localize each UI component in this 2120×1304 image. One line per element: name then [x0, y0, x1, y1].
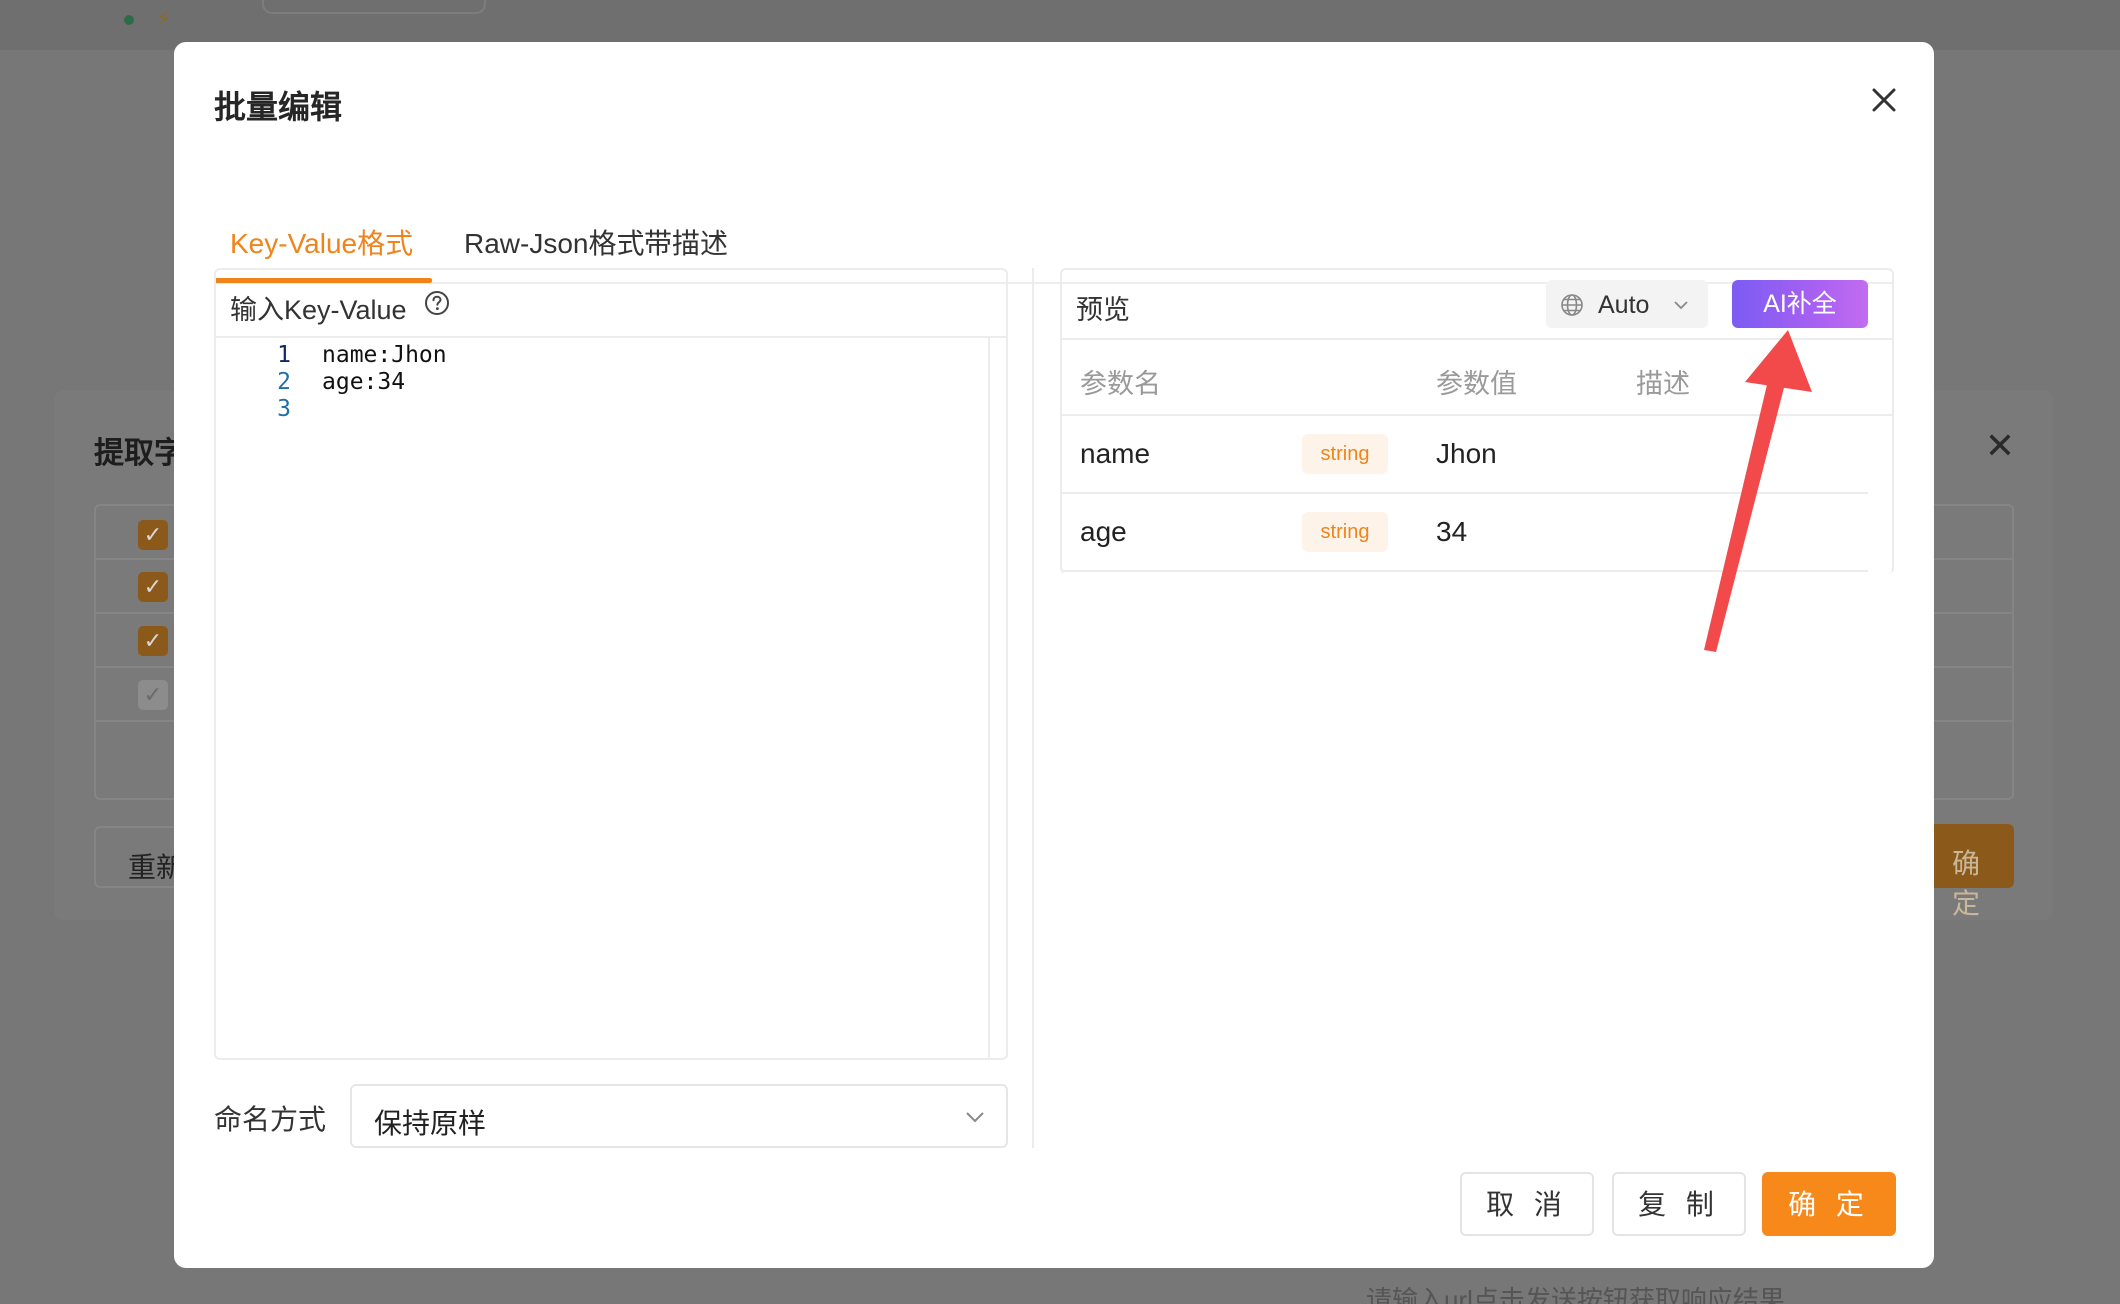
ai-complete-button[interactable]: AI补全: [1732, 280, 1868, 328]
table-row: name string Jhon: [1062, 416, 1868, 494]
checkbox-disabled-icon: ✓: [138, 680, 168, 710]
copy-button[interactable]: 复 制: [1612, 1172, 1746, 1236]
panel-divider: [1032, 268, 1034, 1148]
param-name: age: [1080, 516, 1127, 548]
editor-label: 输入Key-Value: [230, 288, 407, 327]
preview-header: 预览 Auto AI补全: [1062, 270, 1892, 340]
tab-with-description[interactable]: 带描述: [644, 222, 728, 262]
page: ⚡ 提取字 ✕ ✓ ✓ ✓ ✓ 重新 确 定 请输入url点击发送按钮获取响应结…: [0, 0, 2120, 1304]
param-name: name: [1080, 438, 1150, 470]
tab-key-value[interactable]: Key-Value格式: [230, 222, 413, 262]
code-editor[interactable]: 1 name:Jhon 2 age:34 3: [216, 338, 990, 1060]
tab-raw-json[interactable]: Raw-Json格式: [464, 222, 644, 262]
naming-select[interactable]: 保持原样: [350, 1084, 1008, 1148]
column-header-description: 描述: [1636, 362, 1690, 401]
code-line: name:Jhon: [322, 342, 447, 368]
modal-title: 批量编辑: [214, 82, 342, 128]
language-select[interactable]: Auto: [1546, 280, 1708, 328]
lightning-icon: ⚡: [156, 6, 171, 32]
background-tab: [262, 0, 486, 14]
checkbox-checked-icon: ✓: [138, 520, 168, 550]
preview-panel: 预览 Auto AI补全 参数名: [1060, 268, 1894, 574]
table-row: age string 34: [1062, 494, 1868, 572]
type-badge: string: [1302, 434, 1388, 474]
close-icon: ✕: [1985, 428, 2015, 464]
line-number: 2: [264, 369, 304, 395]
response-hint-text: 请输入url点击发送按钮获取响应结果: [1366, 1280, 1785, 1304]
editor-header: 输入Key-Value: [216, 270, 1006, 338]
naming-select-value: 保持原样: [374, 1102, 486, 1142]
line-number: 1: [264, 342, 304, 368]
checkbox-checked-icon: ✓: [138, 626, 168, 656]
close-icon[interactable]: [1864, 80, 1904, 120]
param-value: 34: [1436, 516, 1467, 548]
chevron-down-icon: [964, 1106, 986, 1128]
status-dot-icon: [124, 15, 134, 25]
checkbox-checked-icon: ✓: [138, 572, 168, 602]
type-badge: string: [1302, 512, 1388, 552]
code-line: age:34: [322, 369, 405, 395]
extract-dialog-title: 提取字: [94, 428, 184, 472]
key-value-editor-panel: 输入Key-Value 1 name:Jhon 2 age:34 3: [214, 268, 1008, 1060]
line-number: 3: [264, 396, 304, 422]
param-value: Jhon: [1436, 438, 1497, 470]
batch-edit-modal: 批量编辑 Key-Value格式 Raw-Json格式 带描述 输入Key-Va…: [174, 42, 1934, 1268]
globe-icon: [1560, 293, 1584, 317]
help-icon[interactable]: [424, 290, 450, 316]
column-header-param-name: 参数名: [1080, 362, 1161, 401]
chevron-down-icon: [1672, 296, 1690, 314]
column-header-param-value: 参数值: [1436, 362, 1517, 401]
language-value: Auto: [1598, 291, 1649, 320]
cancel-button[interactable]: 取 消: [1460, 1172, 1594, 1236]
naming-label: 命名方式: [214, 1098, 326, 1138]
confirm-button[interactable]: 确 定: [1762, 1172, 1896, 1236]
preview-label: 预览: [1076, 288, 1130, 327]
